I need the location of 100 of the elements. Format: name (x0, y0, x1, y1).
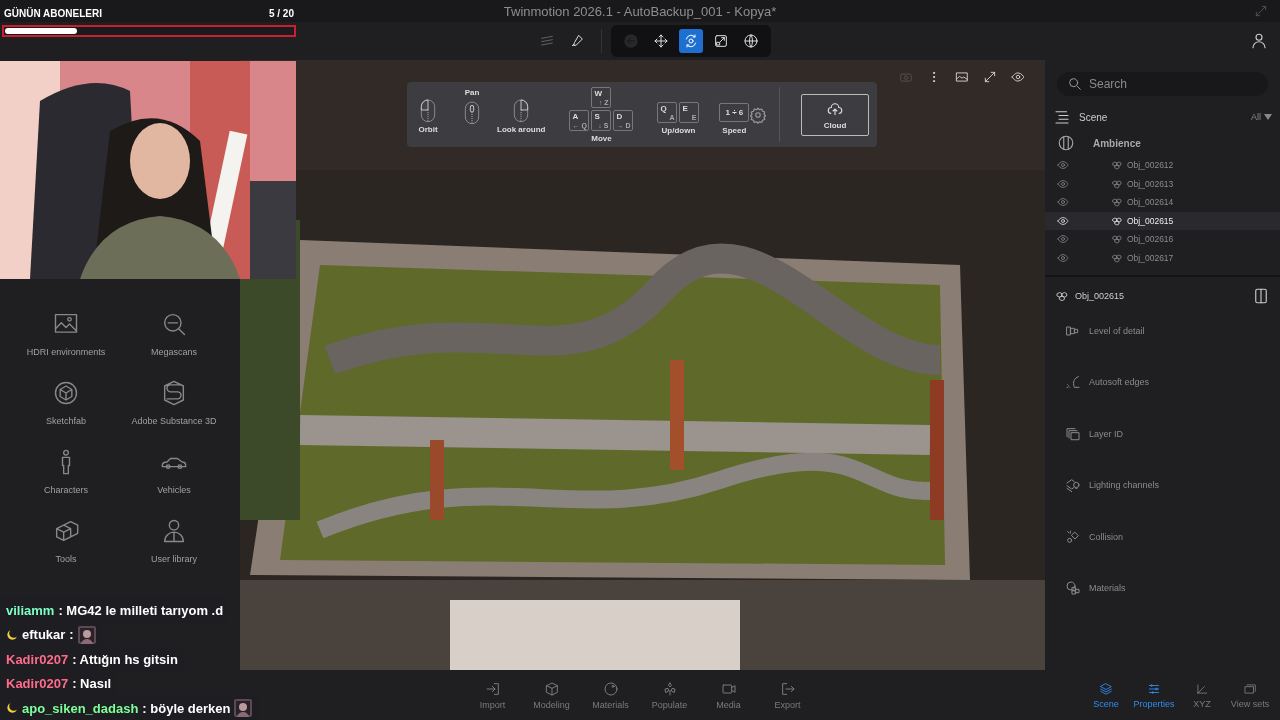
chat-message: : böyle derken (142, 700, 231, 716)
object-title: Obj_002615 (1075, 291, 1125, 301)
toolbar-button[interactable]: Import (463, 680, 522, 710)
scene-object-row[interactable]: Obj_002614 (1045, 193, 1280, 212)
control-label: Move (591, 133, 612, 143)
eye-icon (1057, 251, 1069, 264)
lod-icon (1065, 323, 1081, 339)
orbit-tool[interactable] (679, 29, 703, 53)
property-item[interactable]: Materials (1045, 577, 1280, 598)
sliders-icon (1147, 681, 1161, 696)
control-label: Up/down (661, 126, 696, 135)
objects-icon (1111, 159, 1123, 172)
stack-icon (1099, 681, 1113, 696)
property-item[interactable]: Lighting channels (1045, 475, 1280, 496)
objects-icon (1055, 289, 1069, 303)
eye-icon (1057, 233, 1069, 246)
scene-object-row[interactable]: Obj_002616 (1045, 230, 1280, 249)
eye-icon[interactable] (1011, 70, 1025, 84)
library-item[interactable]: Characters (12, 448, 120, 495)
axes-icon (1195, 681, 1209, 696)
cloud-button[interactable]: Cloud (801, 93, 869, 136)
split-panel-icon[interactable] (1252, 287, 1270, 305)
user-icon[interactable] (1250, 32, 1268, 50)
toolbar-button[interactable]: Materials (581, 680, 640, 710)
library-item[interactable]: Tools (12, 517, 120, 564)
control-label: Speed (722, 125, 747, 135)
panel-tab[interactable]: Properties (1130, 681, 1178, 709)
move-icon (653, 33, 669, 49)
library-item[interactable]: Megascans (120, 310, 228, 357)
scale-icon (713, 33, 729, 49)
eye-icon (1057, 159, 1069, 172)
library-item[interactable]: Sketchfab (12, 379, 120, 426)
library-item[interactable]: Adobe Substance 3D (120, 379, 228, 426)
property-item[interactable]: Level of detail (1045, 321, 1280, 341)
goal-title: GÜNÜN ABONELERI (4, 8, 102, 19)
mouse-icon (420, 99, 436, 123)
search-icon (1067, 76, 1083, 92)
camera-stack-icon (1243, 681, 1257, 696)
chat-username: Kadir0207 (6, 676, 69, 692)
bulb-layers-icon (1065, 477, 1081, 494)
eye-icon (1057, 177, 1069, 190)
caret-icon (1264, 114, 1272, 120)
list-icon (1053, 108, 1071, 126)
control-label: Look around (497, 125, 546, 134)
scene-object-row[interactable]: Obj_002613 (1045, 174, 1280, 193)
chat-message: : Attığın hs gitsin (72, 651, 178, 667)
eyedropper-icon (569, 33, 585, 49)
chat-username: viliamm (6, 602, 55, 618)
mouse-icon (514, 99, 529, 123)
cube-icon (543, 680, 560, 697)
spheres-icon (1065, 579, 1081, 596)
scene-object-row[interactable]: Obj_002615 (1045, 211, 1280, 230)
eye-icon (1057, 196, 1069, 209)
mouse-icon (464, 101, 480, 125)
library-item[interactable]: User library (120, 517, 228, 564)
section-title: Scene (1079, 111, 1108, 123)
panel-tab[interactable]: XYZ (1178, 681, 1226, 709)
cube-icon (52, 379, 80, 407)
property-item[interactable]: Collision (1045, 526, 1280, 547)
settings-icon[interactable] (749, 105, 768, 124)
goal-count: 5 / 20 (268, 8, 294, 19)
layers-icon (1065, 425, 1081, 442)
control-label: Pan (464, 88, 480, 97)
edge-icon (1065, 374, 1081, 391)
shapes-icon (1065, 528, 1081, 545)
chat-message: : Nasıl (72, 676, 112, 692)
chat-message: : MG42 le milleti tarıyom .d (58, 602, 224, 618)
chat-username: Kadir0207 (6, 651, 69, 667)
globe-icon (743, 33, 759, 49)
toolbar-button[interactable]: Export (758, 680, 817, 710)
chat-username: eftukar (22, 627, 66, 643)
panel-tab[interactable]: View sets (1226, 681, 1274, 709)
library-item[interactable]: Vehicles (120, 448, 228, 495)
property-item[interactable]: Autosoft edges (1045, 372, 1280, 393)
scene-object-row[interactable]: Obj_002612 (1045, 156, 1280, 175)
search-field[interactable]: Search (1057, 72, 1268, 96)
property-item[interactable]: Layer ID (1045, 423, 1280, 444)
orbit-icon (683, 33, 699, 49)
toolbar-button[interactable]: Modeling (522, 680, 581, 710)
speed-key: 1 ÷ 6 (719, 102, 750, 122)
layers-icon (539, 33, 555, 49)
panel-tab[interactable]: Scene (1082, 681, 1130, 709)
toolbar-button[interactable]: Media (699, 680, 758, 710)
window-title: Twinmotion 2026.1 - AutoBackup_001 - Kopya* (503, 3, 777, 19)
chat-username: apo_siken_dadash (22, 700, 139, 716)
sphere-icon (1057, 134, 1075, 152)
sphere-icon (602, 680, 619, 697)
control-label: Orbit (418, 125, 438, 134)
scene-object-row[interactable]: Obj_002617 (1045, 248, 1280, 267)
objects-icon (1111, 196, 1123, 209)
chat-message: : (69, 627, 74, 643)
export-icon (779, 680, 796, 697)
import-icon (484, 680, 501, 697)
image-icon[interactable] (955, 70, 969, 84)
objects-icon (1111, 233, 1123, 246)
library-item[interactable]: HDRI environments (12, 310, 120, 357)
scene-group[interactable]: Ambience (1093, 137, 1141, 149)
toolbar-button[interactable]: Populate (640, 680, 699, 710)
filter-dropdown[interactable]: All (1251, 112, 1272, 122)
eye-icon (1057, 214, 1069, 227)
